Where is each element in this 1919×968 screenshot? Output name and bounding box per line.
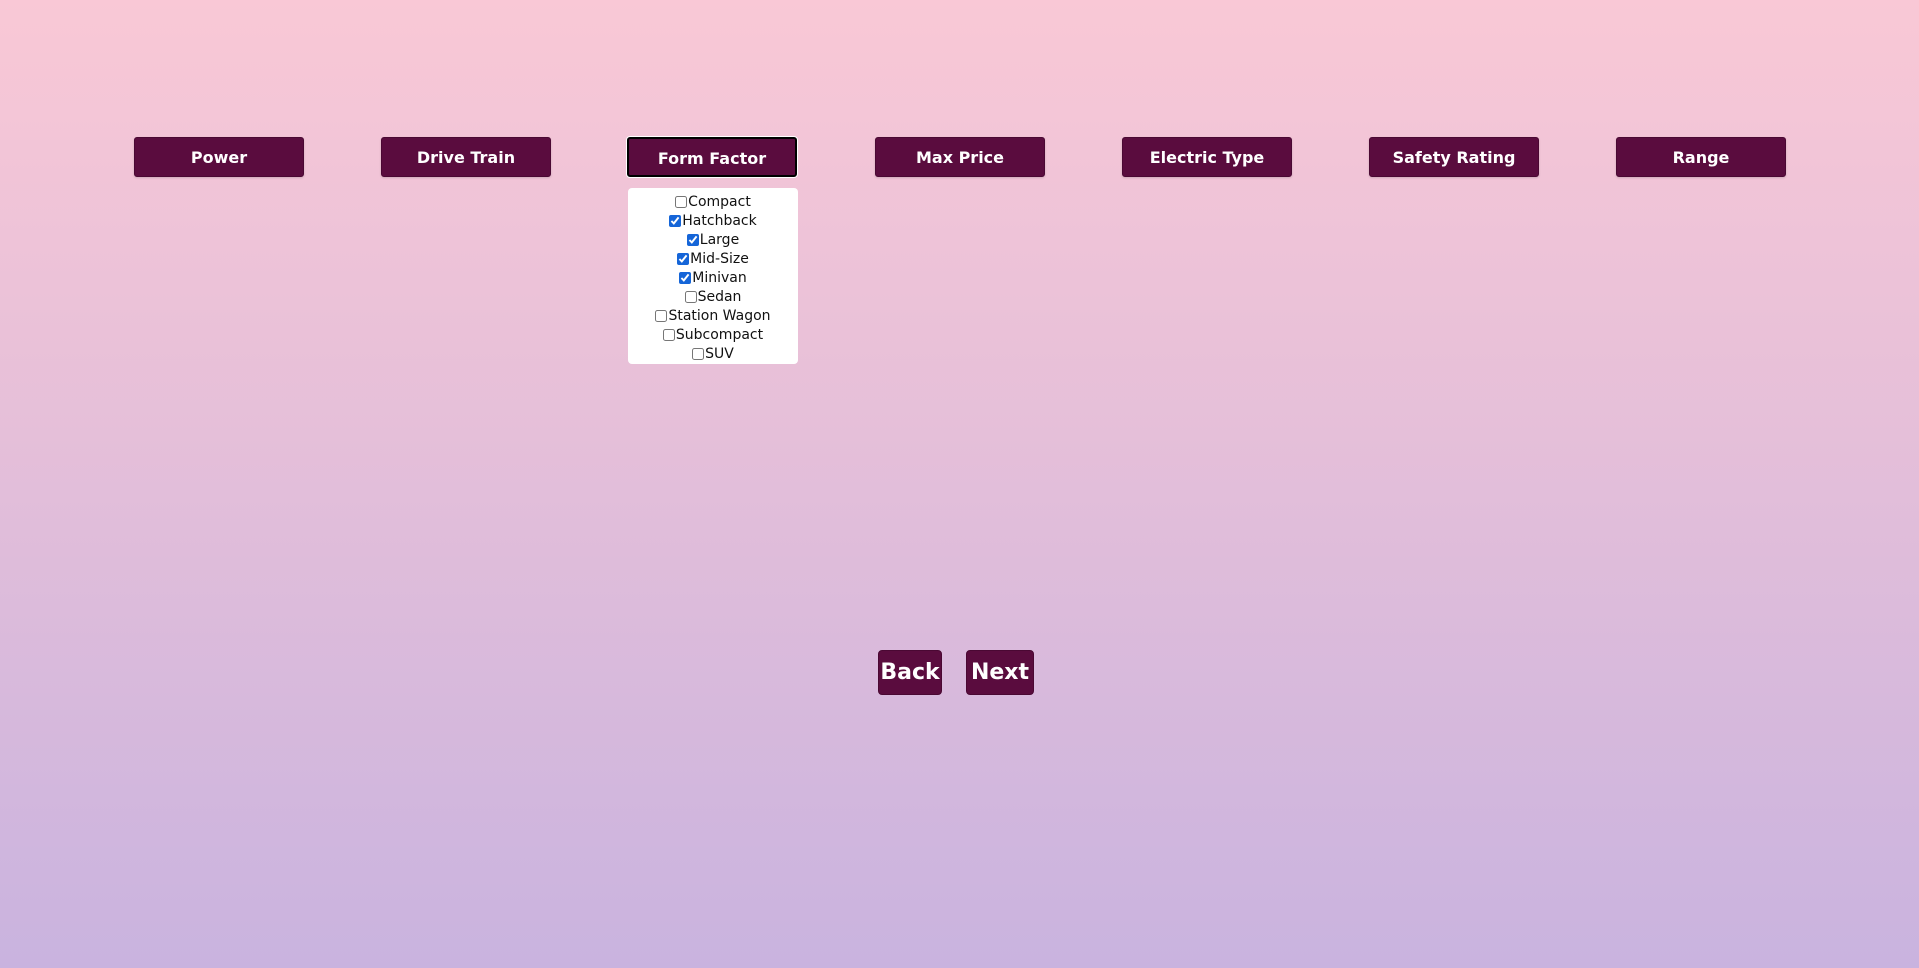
next-button[interactable]: Next [966,650,1034,695]
option-hatchback[interactable]: Hatchback [628,211,798,230]
suv-checkbox[interactable] [692,347,705,360]
option-subcompact[interactable]: Subcompact [628,325,798,344]
sedan-checkbox[interactable] [684,290,697,303]
compact-checkbox[interactable] [675,195,688,208]
back-button[interactable]: Back [878,650,942,695]
option-station-wagon[interactable]: Station Wagon [628,306,798,325]
safety-rating-filter-button[interactable]: Safety Rating [1369,137,1539,177]
option-label: Sedan [697,288,742,305]
option-label: SUV [705,345,734,362]
option-label: Large [699,231,740,248]
max-price-filter-button[interactable]: Max Price [875,137,1045,177]
form-factor-filter-button[interactable]: Form Factor [627,137,797,177]
minivan-checkbox[interactable] [679,271,692,284]
large-checkbox[interactable] [686,233,699,246]
option-label: Compact [688,193,751,210]
form-factor-dropdown: Compact Hatchback Large Mid-Size Minivan… [628,188,798,364]
option-minivan[interactable]: Minivan [628,268,798,287]
station-wagon-checkbox[interactable] [655,309,668,322]
option-label: Hatchback [682,212,757,229]
option-label: Subcompact [675,326,764,343]
mid-size-checkbox[interactable] [677,252,690,265]
electric-type-filter-button[interactable]: Electric Type [1122,137,1292,177]
option-suv[interactable]: SUV [628,344,798,363]
option-mid-size[interactable]: Mid-Size [628,249,798,268]
range-filter-button[interactable]: Range [1616,137,1786,177]
hatchback-checkbox[interactable] [669,214,682,227]
filter-bar: Power Drive Train Form Factor Max Price … [0,137,1919,179]
option-label: Station Wagon [668,307,771,324]
option-label: Minivan [692,269,747,286]
drive-train-filter-button[interactable]: Drive Train [381,137,551,177]
option-sedan[interactable]: Sedan [628,287,798,306]
option-large[interactable]: Large [628,230,798,249]
power-filter-button[interactable]: Power [134,137,304,177]
option-compact[interactable]: Compact [628,192,798,211]
subcompact-checkbox[interactable] [662,328,675,341]
navigation-bar: Back Next [0,650,1919,696]
option-label: Mid-Size [690,250,749,267]
